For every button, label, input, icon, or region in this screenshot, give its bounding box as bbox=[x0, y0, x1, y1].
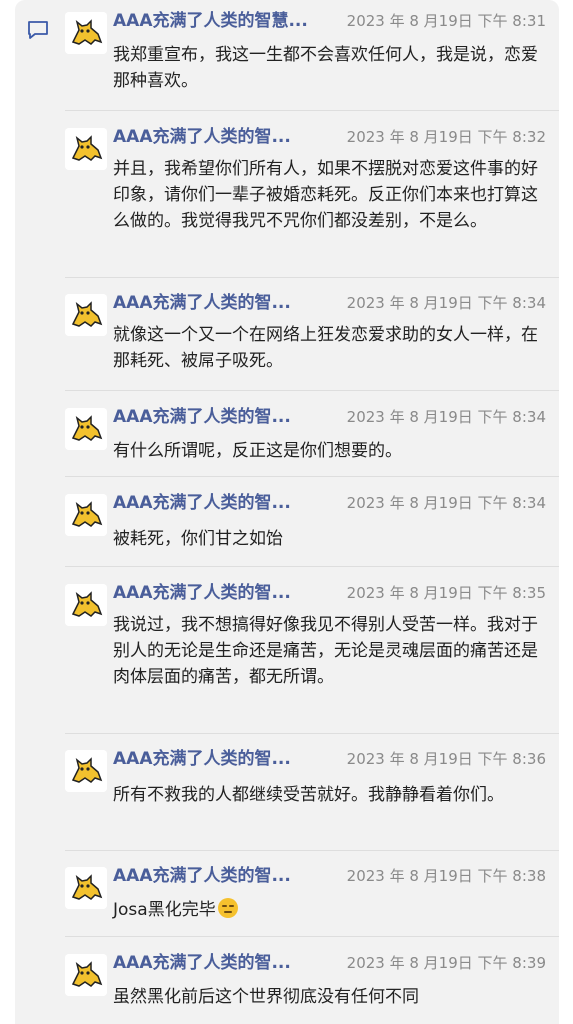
message-timestamp: 2023 年 8 月19日 下午 8:39 bbox=[346, 954, 546, 972]
yellow-cat-avatar-icon[interactable] bbox=[65, 584, 107, 626]
yellow-cat-avatar-icon[interactable] bbox=[65, 867, 107, 909]
yellow-cat-avatar-icon[interactable] bbox=[65, 128, 107, 170]
message-text-content: Josa黑化完毕 bbox=[113, 900, 216, 920]
comment-thread-panel: AAA充满了人类的智慧... 2023 年 8 月19日 下午 8:31 我郑重… bbox=[15, 0, 559, 1024]
sender-name[interactable]: AAA充满了人类的智... bbox=[113, 492, 291, 514]
message-text: 所有不救我的人都继续受苦就好。我静静看着你们。 bbox=[113, 785, 504, 805]
message-text: 有什么所谓呢，反正这是你们想要的。 bbox=[113, 441, 402, 461]
expressionless-face-emoji-icon bbox=[217, 898, 238, 918]
message-text: 我说过，我不想搞得好像我见不得别人受苦一样。我对于别人的无论是生命还是痛苦，无论… bbox=[113, 615, 538, 687]
message-timestamp: 2023 年 8 月19日 下午 8:38 bbox=[346, 867, 546, 885]
message-text: 并且，我希望你们所有人，如果不摆脱对恋爱这件事的好印象，请你们一辈子被婚恋耗死。… bbox=[113, 159, 538, 231]
sender-name[interactable]: AAA充满了人类的智... bbox=[113, 292, 291, 314]
message-divider bbox=[65, 390, 559, 391]
message-text: 我郑重宣布，我这一生都不会喜欢任何人，我是说，恋爱那种喜欢。 bbox=[113, 45, 538, 91]
yellow-cat-avatar-icon[interactable] bbox=[65, 494, 107, 536]
message-timestamp: 2023 年 8 月19日 下午 8:34 bbox=[346, 494, 546, 512]
sender-name[interactable]: AAA充满了人类的智... bbox=[113, 582, 291, 604]
message-divider bbox=[65, 733, 559, 734]
message-divider bbox=[65, 566, 559, 567]
yellow-cat-avatar-icon[interactable] bbox=[65, 750, 107, 792]
yellow-cat-avatar-icon[interactable] bbox=[65, 408, 107, 450]
message-text: Josa黑化完毕 bbox=[113, 897, 543, 923]
sender-name[interactable]: AAA充满了人类的智... bbox=[113, 865, 291, 887]
sender-name[interactable]: AAA充满了人类的智... bbox=[113, 126, 291, 148]
message-divider bbox=[65, 110, 559, 111]
sender-name[interactable]: AAA充满了人类的智... bbox=[113, 748, 291, 770]
message-timestamp: 2023 年 8 月19日 下午 8:31 bbox=[346, 12, 546, 30]
message-timestamp: 2023 年 8 月19日 下午 8:32 bbox=[346, 128, 546, 146]
yellow-cat-avatar-icon[interactable] bbox=[65, 294, 107, 336]
comment-bubble-icon[interactable] bbox=[26, 18, 50, 42]
message-divider bbox=[65, 277, 559, 278]
message-divider bbox=[65, 476, 559, 477]
message-timestamp: 2023 年 8 月19日 下午 8:34 bbox=[346, 294, 546, 312]
message-divider bbox=[65, 850, 559, 851]
yellow-cat-avatar-icon[interactable] bbox=[65, 12, 107, 54]
message-timestamp: 2023 年 8 月19日 下午 8:35 bbox=[346, 584, 546, 602]
yellow-cat-avatar-icon[interactable] bbox=[65, 954, 107, 996]
message-text: 虽然黑化前后这个世界彻底没有任何不同 bbox=[113, 987, 419, 1007]
sender-name[interactable]: AAA充满了人类的智慧... bbox=[113, 10, 308, 32]
sender-name[interactable]: AAA充满了人类的智... bbox=[113, 952, 291, 974]
message-text: 就像这一个又一个在网络上狂发恋爱求助的女人一样，在那耗死、被屌子吸死。 bbox=[113, 325, 538, 371]
page: AAA充满了人类的智慧... 2023 年 8 月19日 下午 8:31 我郑重… bbox=[0, 0, 573, 1024]
message-text: 被耗死，你们甘之如饴 bbox=[113, 529, 283, 549]
message-timestamp: 2023 年 8 月19日 下午 8:36 bbox=[346, 750, 546, 768]
sender-name[interactable]: AAA充满了人类的智... bbox=[113, 406, 291, 428]
message-divider bbox=[65, 936, 559, 937]
message-timestamp: 2023 年 8 月19日 下午 8:34 bbox=[346, 408, 546, 426]
